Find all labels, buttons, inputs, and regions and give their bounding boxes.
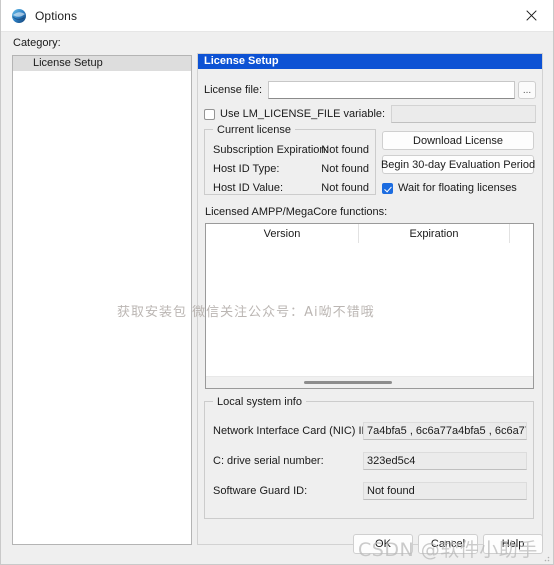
local-system-info-group: Local system info Network Interface Card…: [204, 396, 534, 519]
subscription-expiration-row: Subscription Expiration: Not found: [213, 144, 369, 157]
software-guard-id-label: Software Guard ID:: [213, 485, 308, 497]
software-guard-id-value: Not found: [363, 482, 527, 500]
table-horizontal-scroll-thumb[interactable]: [304, 381, 392, 384]
nic-id-label: Network Interface Card (NIC) ID:: [213, 425, 373, 437]
panel-header: License Setup: [198, 54, 542, 69]
license-setup-panel: License Setup License file: ... Use LM_L…: [197, 53, 543, 545]
category-list[interactable]: License Setup: [12, 55, 192, 545]
local-system-info-title: Local system info: [213, 396, 306, 408]
close-button[interactable]: [509, 0, 553, 31]
dialog-content: Category: License Setup License Setup Li…: [1, 31, 553, 564]
host-id-type-value: Not found: [321, 163, 369, 175]
browse-button[interactable]: ...: [518, 81, 536, 99]
sphere-icon: [12, 8, 26, 23]
drive-serial-row: C: drive serial number: 323ed5c4: [213, 452, 527, 470]
lm-license-file-input: [391, 105, 536, 123]
table-body: [206, 243, 533, 378]
begin-evaluation-period-button[interactable]: Begin 30-day Evaluation Period: [381, 155, 535, 174]
help-button[interactable]: Help: [483, 534, 543, 554]
host-id-value-value: Not found: [321, 182, 369, 194]
current-license-title: Current license: [213, 124, 295, 136]
subscription-expiration-value: Not found: [321, 144, 369, 156]
use-lm-license-file-checkbox[interactable]: [204, 108, 215, 120]
category-label: Category:: [13, 37, 61, 49]
licensed-functions-label: Licensed AMPP/MegaCore functions:: [205, 206, 388, 218]
category-item-license-setup[interactable]: License Setup: [13, 56, 191, 71]
wait-floating-licenses-label: Wait for floating licenses: [398, 182, 517, 194]
close-icon: [525, 10, 537, 21]
use-lm-license-file-label: Use LM_LICENSE_FILE variable:: [220, 108, 386, 120]
panel-body: License file: ... Use LM_LICENSE_FILE va…: [198, 69, 542, 544]
options-dialog: Options Category: License Setup License …: [0, 0, 554, 565]
nic-id-row: Network Interface Card (NIC) ID: 7a4bfa5…: [213, 422, 527, 440]
software-guard-id-row: Software Guard ID: Not found: [213, 482, 527, 500]
license-file-input[interactable]: [268, 81, 515, 99]
column-header-expiration[interactable]: Expiration: [359, 224, 510, 243]
window-title: Options: [35, 8, 78, 23]
host-id-value-label: Host ID Value:: [213, 182, 284, 194]
category-item-label: License Setup: [33, 57, 103, 69]
current-license-group: Current license Subscription Expiration:…: [204, 124, 376, 195]
host-id-type-row: Host ID Type: Not found: [213, 163, 369, 176]
download-license-button[interactable]: Download License: [382, 131, 534, 150]
column-header-version[interactable]: Version: [206, 224, 359, 243]
ok-button[interactable]: OK: [353, 534, 413, 554]
host-id-value-row: Host ID Value: Not found: [213, 182, 369, 195]
title-bar: Options: [1, 0, 553, 32]
cancel-button[interactable]: Cancel: [418, 534, 478, 554]
host-id-type-label: Host ID Type:: [213, 163, 280, 175]
subscription-expiration-label: Subscription Expiration:: [213, 144, 329, 156]
drive-serial-label: C: drive serial number:: [213, 455, 324, 467]
nic-id-value: 7a4bfa5 , 6c6a77a4bfa5 , 6c6a77a4bfa9: [363, 422, 527, 440]
resize-grip-icon[interactable]: [540, 552, 550, 562]
license-file-label: License file:: [204, 84, 263, 96]
column-header-extra[interactable]: [510, 224, 533, 243]
lm-license-file-row: Use LM_LICENSE_FILE variable:: [204, 105, 536, 123]
wait-floating-licenses-checkbox[interactable]: [382, 182, 393, 194]
licensed-functions-table[interactable]: Version Expiration: [205, 223, 534, 389]
license-file-row: License file: ...: [204, 81, 536, 99]
dialog-footer: OK Cancel Help: [353, 534, 543, 554]
drive-serial-value: 323ed5c4: [363, 452, 527, 470]
table-header-row: Version Expiration: [206, 224, 533, 243]
wait-floating-licenses-row: Wait for floating licenses: [382, 182, 517, 194]
table-horizontal-scrollbar[interactable]: [206, 376, 533, 388]
